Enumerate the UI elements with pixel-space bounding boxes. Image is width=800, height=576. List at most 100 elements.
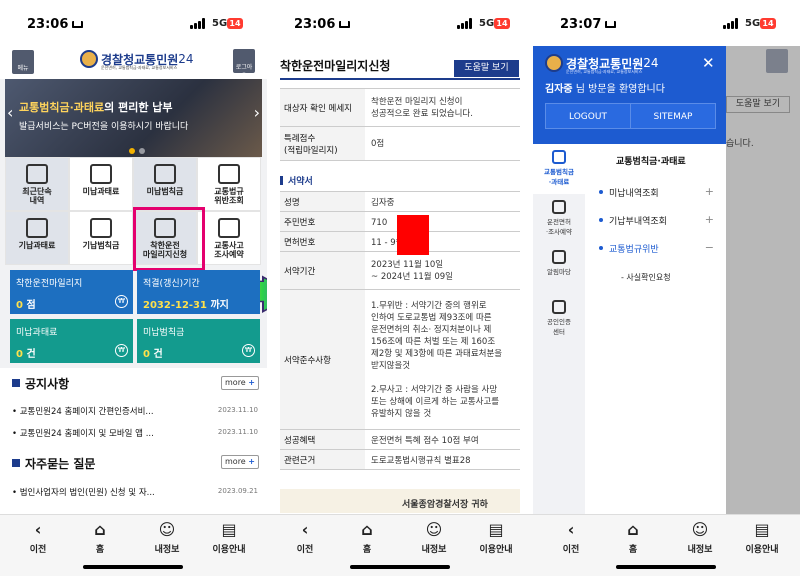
sidebar-item-2[interactable]: 알림마당 [533,244,585,294]
tab-1[interactable]: ⌂ 홈 [603,520,663,556]
grid-item-2[interactable]: 미납범칙금 [133,157,197,211]
oath-section-title: 서약서 [280,174,313,187]
submenu-item-0[interactable]: 미납내역조회 + [599,185,714,199]
signal-icon [457,18,473,29]
grid-item-5[interactable]: 기납범칙금 [69,211,133,265]
list-item-date: 2023.11.10 [217,428,258,436]
signal-icon [190,18,206,29]
sidebar-item-1[interactable]: 운전면허 ·조사예약 [533,194,585,244]
tab-3[interactable]: ▤ 이용안내 [732,521,792,556]
home-icon: ⌂ [627,520,639,539]
welcome-message: 김자중 님 방문을 환영합니다 [545,84,665,95]
tab-1[interactable]: ⌂ 홈 [337,520,397,556]
card-value: 2032-12-31 까지 [143,300,229,311]
plus-icon[interactable]: + [705,185,714,198]
logo-subtitle: 운전면허, 교통범칙금·과태료, 교통정보서비스 [101,65,178,70]
logout-button[interactable]: 로그아웃 [233,49,255,80]
tab-label: 이전 [562,545,580,555]
sidebar-item-3[interactable]: 공인인증 센터 [533,294,585,344]
logo-text-24: 24 [643,56,659,70]
list-item[interactable]: • 교통민원24 홈페이지 및 모바일 앱 ... 2023.11.10 [12,427,262,439]
sitemap-button[interactable]: SITEMAP [630,103,716,129]
submenu-item-2[interactable]: 교통법규위반 − [599,241,714,255]
table-row: 성공혜택 운전면허 특혜 점수 10점 부여 [280,430,520,450]
summary-card-2[interactable]: 미납과태료 0 건 ₩ [10,319,133,363]
speaker-icon [552,300,566,314]
minus-icon[interactable]: − [705,241,714,254]
grid-label: 기납과태료 [18,241,56,250]
chevron-left-icon: ‹ [567,520,575,539]
app-logo[interactable]: 경찰청 교통민원 24 운전면허, 교통범칙금·과태료, 교통정보서비스 [80,50,194,70]
notice-more-button[interactable]: more + [221,376,259,390]
summary-card-1[interactable]: 적결(갱신)기간 2032-12-31 까지 [137,270,260,314]
banner-pager[interactable] [129,139,149,157]
chevron-right-icon[interactable]: › [254,103,260,122]
list-item[interactable]: • 법인사업자의 법인(민원) 신청 및 자... 2023.09.21 [12,486,262,498]
tab-3[interactable]: ▤ 이용안내 [466,521,526,556]
row-value: 1.무위반 : 서약기간 중의 행위로 인하여 도로교통법 제93조에 따른 운… [371,300,503,419]
close-icon[interactable]: ✕ [702,54,715,72]
table-row: 성명 김자중 [280,192,520,212]
promo-banner[interactable]: ‹ 교통범칙금·과태료의 편리한 납부 발급서비스는 PC버전을 이용하시기 바… [5,79,262,157]
tab-0[interactable]: ‹ 이전 [8,520,68,556]
sidebar-item-0[interactable]: 교통범칙금 ·과태료 [533,144,585,194]
grid-item-7[interactable]: 교통사고 조사예약 [197,211,261,265]
submenu-label: 기납부내역조회 [609,217,667,227]
license-icon [552,200,566,214]
help-button-dimmed: 도움말 보기 [726,96,790,113]
coins-icon [154,164,176,184]
status-bar: 23:06 5G 14 [267,0,533,46]
result-table: 대상자 확인 메세지 착한운전 마일리지 신청이 성공적으로 완료 되었습니다. 특… [280,88,520,161]
grid-item-4[interactable]: 기납과태료 [5,211,69,265]
row-value: 김자중 [371,198,395,208]
tab-2[interactable]: ☺ 내정보 [137,521,197,556]
tab-3[interactable]: ▤ 이용안내 [199,521,259,556]
grid-label: 미납범칙금 [146,187,184,196]
card-title: 미납범칙금 [143,328,185,338]
grid-item-1[interactable]: 미납과태료 [69,157,133,211]
home-icon: ⌂ [94,520,106,539]
list-item[interactable]: • 교통민원24 홈페이지 간편인증서비... 2023.11.10 [12,405,262,417]
redaction-box [397,215,429,255]
chevron-left-icon[interactable]: ‹ [7,103,13,122]
card-value: 0 점 [16,300,36,311]
sidebar-label: 운전면허 ·조사예약 [546,218,572,236]
row-label: 면허번호 [280,232,365,251]
row-value: 착한운전 마일리지 신청이 성공적으로 완료 되었습니다. [371,96,473,119]
title-divider [280,78,520,80]
side-drawer: 경찰청 교통민원 24 운전면허, 교통범칙금·과태료, 교통정보서비스 ✕ 김… [533,46,726,516]
tab-1[interactable]: ⌂ 홈 [70,520,130,556]
signal-icon [723,18,739,29]
drawer-logout-button[interactable]: LOGOUT [545,103,631,129]
police-emblem-icon [545,54,563,72]
tab-label: 홈 [362,545,372,555]
logo-text-24: 24 [178,52,194,66]
submenu-item-fact-check[interactable]: - 사실확인요청 [621,272,671,283]
banner-headline: 교통범칙금·과태료의 편리한 납부 [19,101,173,114]
row-value: 11 - 9** - ** [371,238,421,248]
tab-0[interactable]: ‹ 이전 [541,520,601,556]
network-label: 5G [479,18,495,29]
tab-0[interactable]: ‹ 이전 [275,521,335,556]
plus-icon[interactable]: + [705,213,714,226]
summary-card-3[interactable]: 미납범칙금 0 건 ₩ [137,319,260,363]
sidebar-label: 교통범칙금 ·과태료 [544,168,574,186]
grid-item-3[interactable]: 교통법규 위반조회 [197,157,261,211]
chevron-left-icon: ‹ [34,520,42,539]
drawer-logo[interactable]: 경찰청 교통민원 24 운전면허, 교통범칙금·과태료, 교통정보서비스 [545,54,659,74]
home-indicator [350,565,450,569]
summary-card-0[interactable]: 착한운전마일리지 0 점 ₩ [10,270,133,314]
grid-item-0[interactable]: 최근단속 내역 [5,157,69,211]
sleep-icon [339,21,350,28]
tab-2[interactable]: ☺ 내정보 [404,521,464,556]
home-icon: ⌂ [361,520,373,539]
submenu-item-1[interactable]: 기납부내역조회 + [599,213,714,227]
tab-2[interactable]: ☺ 내정보 [670,521,730,556]
faq-more-button[interactable]: more + [221,455,259,469]
menu-button[interactable]: 메뉴 [12,50,34,74]
drawer-header: 경찰청 교통민원 24 운전면허, 교통범칙금·과태료, 교통정보서비스 ✕ 김… [533,46,726,144]
behind-text: 습니다. [726,139,754,149]
help-button[interactable]: 도움말 보기 [454,60,519,77]
category-sidebar: 교통범칙금 ·과태료운전면허 ·조사예약알림마당 공인인증 센터 [533,144,585,516]
row-value: 710 [371,218,388,228]
